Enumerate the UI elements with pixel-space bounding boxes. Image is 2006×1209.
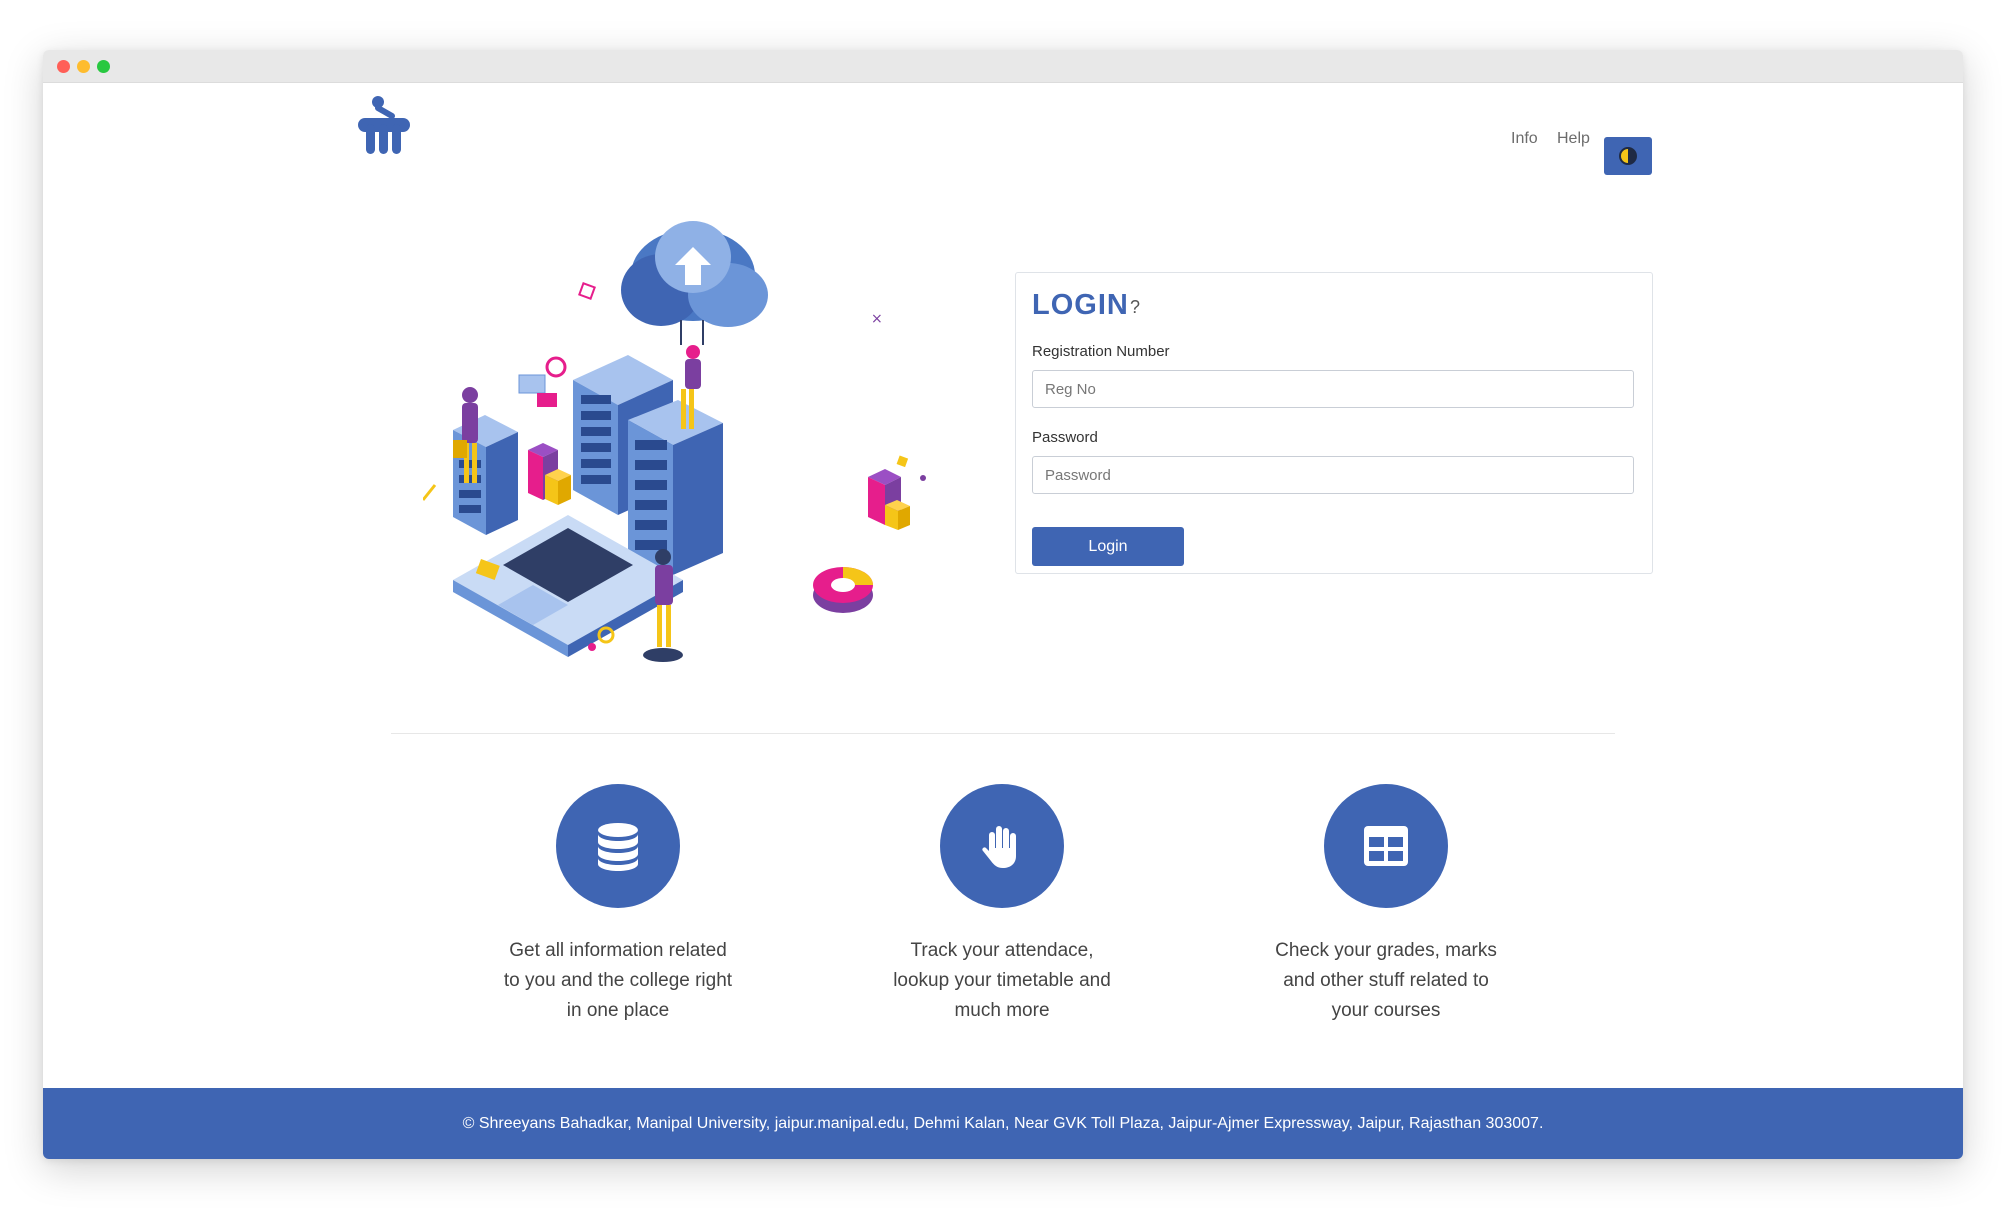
feature-attendance: Track your attendace, lookup your timeta…	[852, 784, 1152, 1026]
registration-number-input[interactable]	[1032, 370, 1634, 408]
feature-grades: Check your grades, marks and other stuff…	[1236, 784, 1536, 1026]
hero-illustration: ×	[423, 221, 926, 662]
footer: © Shreeyans Bahadkar, Manipal University…	[43, 1088, 1963, 1159]
contrast-icon	[1619, 147, 1637, 165]
footer-text: © Shreeyans Bahadkar, Manipal University…	[462, 1114, 1544, 1132]
maximize-window-button[interactable]	[97, 60, 110, 73]
pie-chart-icon	[813, 567, 873, 613]
login-title: LOGIN	[1032, 289, 1129, 321]
bar-chart-right	[868, 469, 910, 530]
table-icon	[1364, 826, 1408, 866]
feature-information: Get all information related to you and t…	[468, 784, 768, 1026]
password-label: Password	[1032, 429, 1098, 446]
registration-number-label: Registration Number	[1032, 343, 1170, 360]
feature-attendance-text: Track your attendace, lookup your timeta…	[893, 940, 1111, 1021]
login-card: LOGIN ? Registration Number Password Log…	[1015, 272, 1653, 574]
minimize-window-button[interactable]	[77, 60, 90, 73]
cloud-icon	[621, 221, 768, 345]
close-window-button[interactable]	[57, 60, 70, 73]
browser-window: Info Help × LOGIN ? Registration Number …	[43, 50, 1963, 1159]
database-icon	[598, 823, 638, 871]
svg-text:×: ×	[871, 311, 883, 327]
feature-information-text: Get all information related to you and t…	[503, 940, 733, 1021]
login-button[interactable]: Login	[1032, 527, 1184, 566]
navbar: Info Help	[43, 82, 1963, 175]
site-logo[interactable]	[356, 94, 412, 158]
nav-info-link[interactable]: Info	[1511, 130, 1538, 148]
section-divider	[391, 733, 1615, 734]
nav-help-link[interactable]: Help	[1557, 130, 1590, 148]
password-input[interactable]	[1032, 456, 1634, 494]
hand-icon	[982, 826, 1016, 868]
theme-toggle-button[interactable]	[1604, 137, 1652, 175]
bar-chart-left	[528, 443, 571, 505]
window-titlebar	[43, 50, 1963, 83]
feature-grades-text: Check your grades, marks and other stuff…	[1275, 940, 1497, 1021]
server-tower-right	[628, 400, 723, 575]
login-help-icon[interactable]: ?	[1130, 297, 1140, 318]
